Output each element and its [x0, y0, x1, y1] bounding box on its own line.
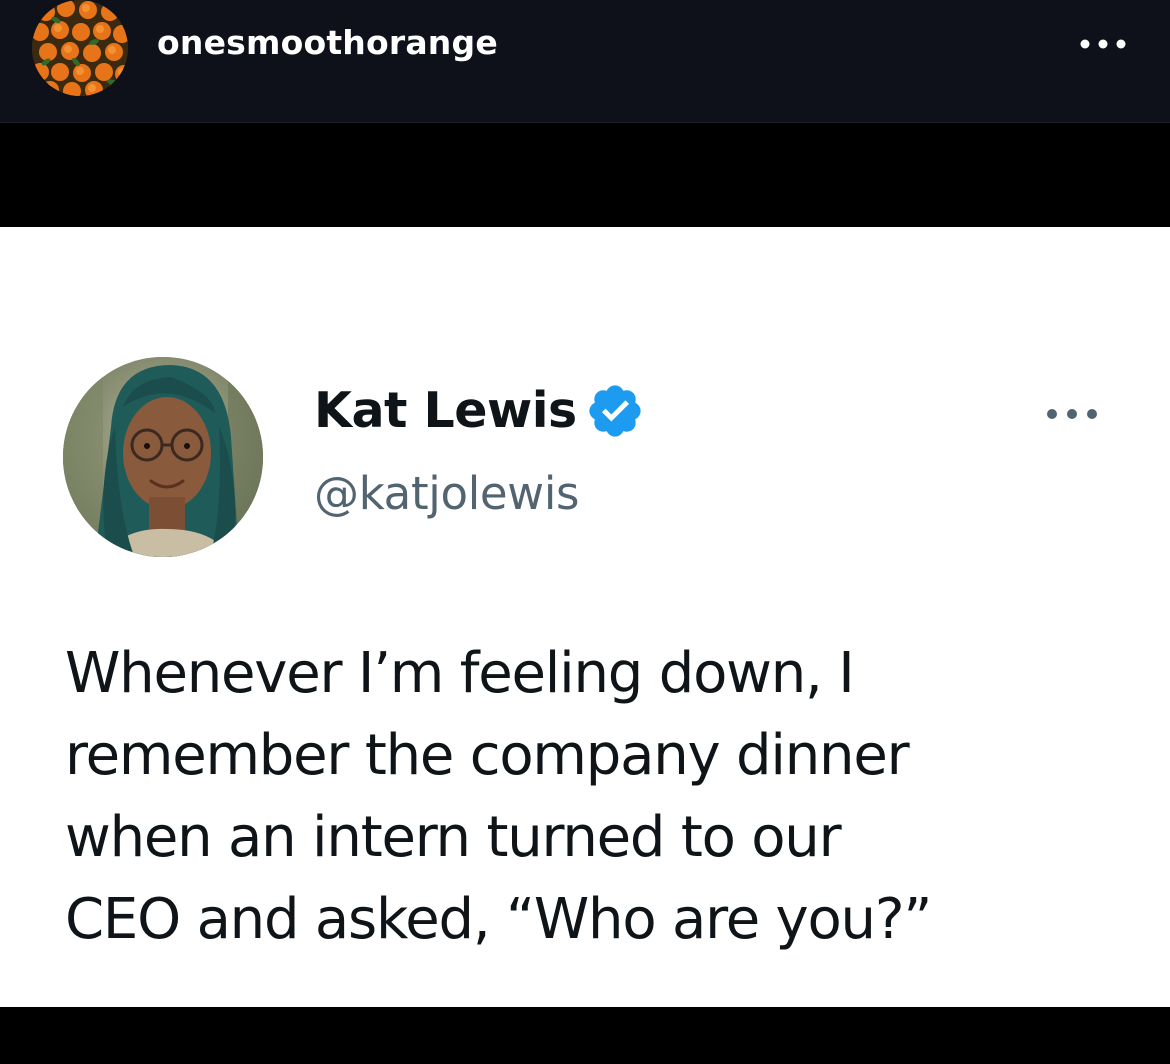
- instagram-post: onesmoothorange Kat Lewis @katjolewis Wh…: [0, 0, 1170, 1064]
- person-avatar-image: [63, 357, 263, 557]
- oranges-avatar-image: [32, 0, 128, 96]
- tweet-handle[interactable]: @katjolewis: [314, 464, 579, 524]
- tweet-text: Whenever I’m feeling down, I remember th…: [65, 641, 932, 952]
- more-horizontal-icon: [1047, 409, 1097, 419]
- post-header: onesmoothorange: [0, 0, 1170, 123]
- more-horizontal-icon: [1080, 39, 1126, 49]
- tweet-screenshot: Kat Lewis @katjolewis Whenever I’m feeli…: [0, 227, 1170, 1007]
- tweet-author-avatar: [63, 357, 263, 557]
- tweet-more-button[interactable]: [1040, 399, 1110, 429]
- profile-avatar[interactable]: [32, 0, 128, 96]
- post-username[interactable]: onesmoothorange: [157, 18, 498, 68]
- more-options-button[interactable]: [1072, 26, 1142, 62]
- media-top-bar: [0, 123, 1170, 226]
- tweet-author-row: Kat Lewis: [314, 379, 645, 443]
- verified-badge-icon: [589, 385, 641, 437]
- media-bottom-bar: [0, 1007, 1170, 1064]
- tweet-display-name[interactable]: Kat Lewis: [314, 379, 577, 443]
